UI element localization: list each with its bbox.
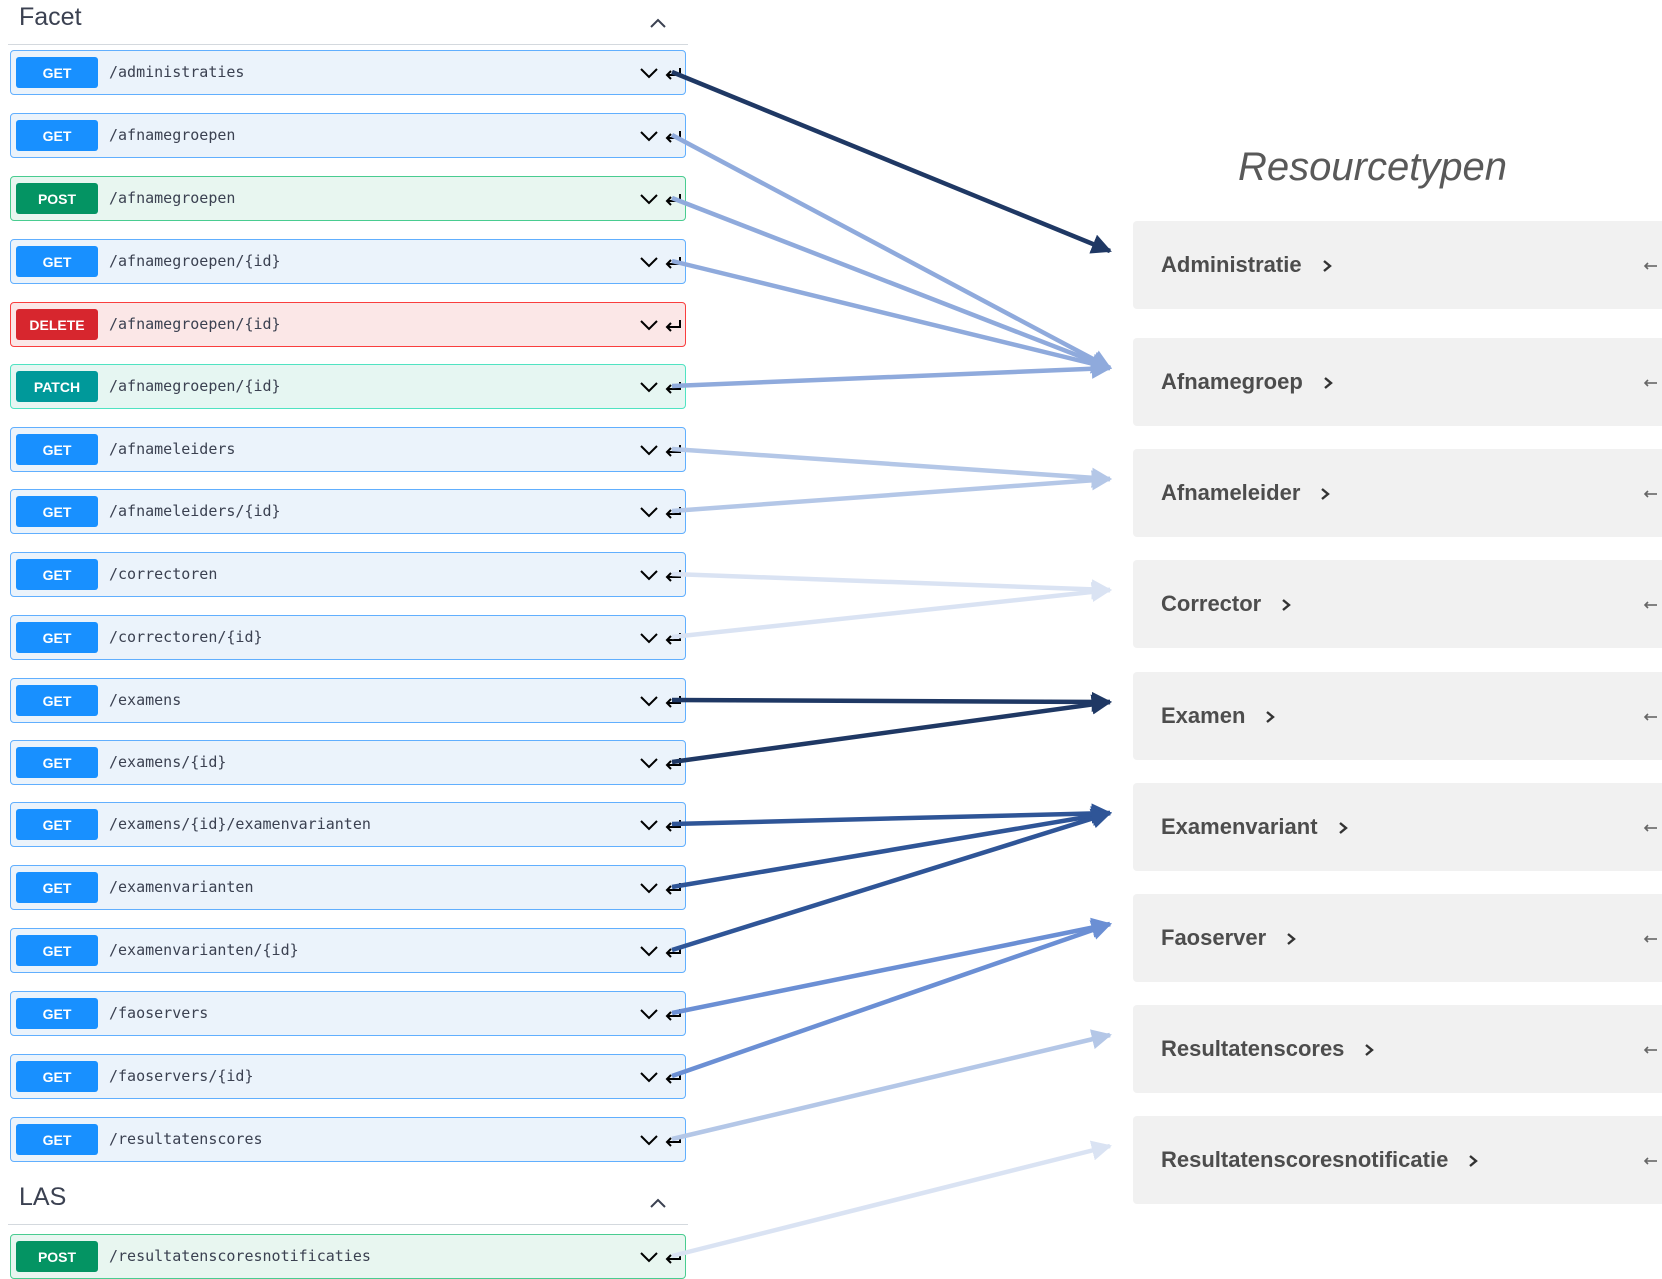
chevron-right-icon <box>1321 488 1331 501</box>
back-arrow-icon <box>1643 601 1657 609</box>
resourcetype-item[interactable]: Resultatenscores <box>1133 1005 1662 1093</box>
mapping-arrow <box>671 691 1113 713</box>
back-arrow-icon <box>1643 1157 1657 1165</box>
resourcetype-name: Administratie <box>1161 252 1302 277</box>
resourcetype-name: Faoserver <box>1161 925 1267 950</box>
mapping-arrow <box>671 1140 1112 1259</box>
chevron-right-icon <box>1266 711 1276 724</box>
resourcetype-label: Afnameleider <box>1161 449 1332 537</box>
resourcetype-item[interactable]: Examen <box>1133 672 1662 760</box>
mapping-arrow <box>671 258 1112 374</box>
chevron-right-icon <box>1324 377 1333 390</box>
resourcetype-item[interactable]: Afnamegroep <box>1133 338 1662 426</box>
resourcetype-item[interactable]: Corrector <box>1133 560 1662 648</box>
chevron-right-icon <box>1338 822 1348 835</box>
mapping-arrow <box>671 470 1113 514</box>
mapping-arrow <box>671 694 1113 765</box>
chevron-right-icon <box>1469 1155 1479 1168</box>
mapping-arrow <box>671 808 1112 953</box>
resourcetype-item[interactable]: Faoserver <box>1133 894 1662 982</box>
mapping-arrow <box>671 1029 1112 1142</box>
chevron-right-icon <box>1322 260 1332 273</box>
back-arrow-icon <box>1643 1046 1657 1054</box>
resourcetype-item[interactable]: Examenvariant <box>1133 783 1662 871</box>
resourcetype-item[interactable]: Administratie <box>1133 221 1662 309</box>
chevron-right-icon <box>1287 933 1297 946</box>
resourcetype-label: Resultatenscores <box>1161 1005 1376 1093</box>
back-arrow-icon <box>1643 713 1657 721</box>
resourcetype-label: Afnamegroep <box>1161 338 1335 426</box>
resourcetype-name: Resultatenscoresnotificatie <box>1161 1147 1449 1172</box>
back-arrow-icon <box>1643 262 1657 270</box>
resourcetype-name: Examenvariant <box>1161 814 1318 839</box>
resourcetype-name: Afnameleider <box>1161 480 1301 505</box>
mapping-arrow <box>671 358 1113 389</box>
mapping-arrow <box>671 446 1113 488</box>
mapping-arrow <box>671 581 1113 640</box>
resourcetype-label: Examen <box>1161 672 1277 760</box>
resourcetype-name: Afnamegroep <box>1161 369 1303 394</box>
resourcetype-label: Administratie <box>1161 221 1334 309</box>
back-arrow-icon <box>1643 379 1657 387</box>
resourcetype-name: Corrector <box>1161 591 1262 616</box>
resourcetype-label: Faoserver <box>1161 894 1298 982</box>
mapping-arrow <box>671 571 1113 600</box>
resourcetype-label: Examenvariant <box>1161 783 1350 871</box>
chevron-right-icon <box>1365 1044 1375 1057</box>
resourcetype-label: Resultatenscoresnotificatie <box>1161 1116 1480 1204</box>
back-arrow-icon <box>1643 935 1657 943</box>
resourcetype-item[interactable]: Resultatenscoresnotificatie <box>1133 1116 1662 1204</box>
resourcetype-label: Corrector <box>1161 560 1293 648</box>
chevron-right-icon <box>1282 599 1292 612</box>
resourcetype-name: Resultatenscores <box>1161 1036 1345 1061</box>
back-arrow-icon <box>1643 490 1657 498</box>
back-arrow-icon <box>1643 824 1657 832</box>
resourcetype-name: Examen <box>1161 703 1246 728</box>
resourcetype-item[interactable]: Afnameleider <box>1133 449 1662 537</box>
mapping-arrow <box>670 133 1112 370</box>
resourcetypes-heading: Resourcetypen <box>1238 145 1508 189</box>
